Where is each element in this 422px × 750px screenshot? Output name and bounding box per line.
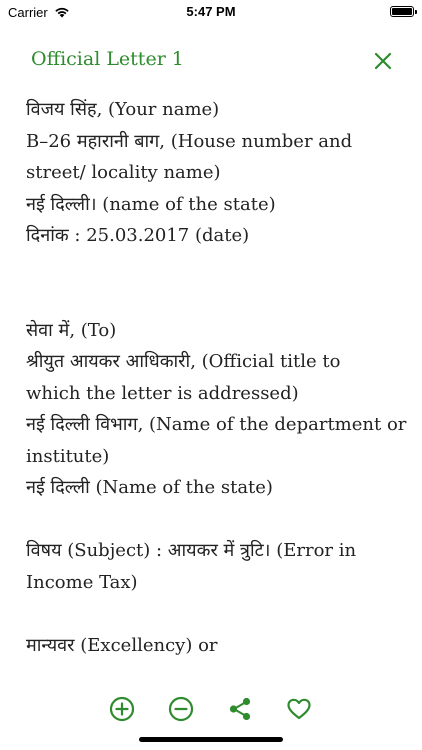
letter-line-blank	[26, 504, 406, 536]
letter-line: मान्यवर (Excellency) or	[26, 634, 218, 656]
bottom-toolbar	[0, 692, 422, 726]
close-icon	[374, 52, 392, 70]
letter-line: विषय (Subject) : आयकर में त्रुटि। (Error…	[26, 540, 357, 561]
zoom-in-icon	[109, 696, 135, 722]
home-indicator[interactable]	[139, 737, 283, 742]
letter-line: street/ locality name)	[26, 162, 221, 183]
zoom-out-button[interactable]	[168, 696, 194, 722]
letter-line-blank	[26, 283, 406, 315]
letter-line: सेवा में, (To)	[26, 319, 117, 341]
letter-line: B–26 महारानी बाग, (House number and	[26, 130, 353, 152]
status-time: 5:47 PM	[186, 4, 236, 19]
letter-line: नई दिल्ली (Name of the state)	[26, 477, 273, 498]
letter-line: श्रीयुत आयकर आधिकारी, (Official title to	[26, 351, 341, 372]
letter-line: Income Tax)	[26, 571, 138, 593]
zoom-out-icon	[168, 696, 194, 722]
letter-line: नई दिल्ली विभाग, (Name of the department…	[26, 414, 407, 435]
letter-line: विजय सिंह, (Your name)	[26, 99, 220, 120]
zoom-in-button[interactable]	[109, 696, 135, 722]
status-bar: Carrier 5:47 PM	[0, 0, 422, 24]
letter-line-blank	[26, 598, 406, 630]
header: Official Letter 1	[0, 40, 422, 80]
share-icon	[229, 697, 251, 721]
letter-line: which the letter is addressed)	[26, 382, 299, 404]
close-button[interactable]	[372, 50, 394, 72]
letter-line: दिनांक : 25.03.2017 (date)	[26, 225, 250, 246]
share-button[interactable]	[227, 696, 253, 722]
page-title: Official Letter 1	[31, 48, 184, 70]
letter-line: institute)	[26, 445, 110, 467]
letter-line-blank	[26, 252, 406, 284]
battery-icon	[390, 6, 417, 17]
favorite-button[interactable]	[286, 696, 312, 722]
letter-line: नई दिल्ली। (name of the state)	[26, 193, 276, 215]
heart-icon	[287, 698, 311, 720]
letter-content: विजय सिंह, (Your name) B–26 महारानी बाग,…	[26, 94, 406, 661]
